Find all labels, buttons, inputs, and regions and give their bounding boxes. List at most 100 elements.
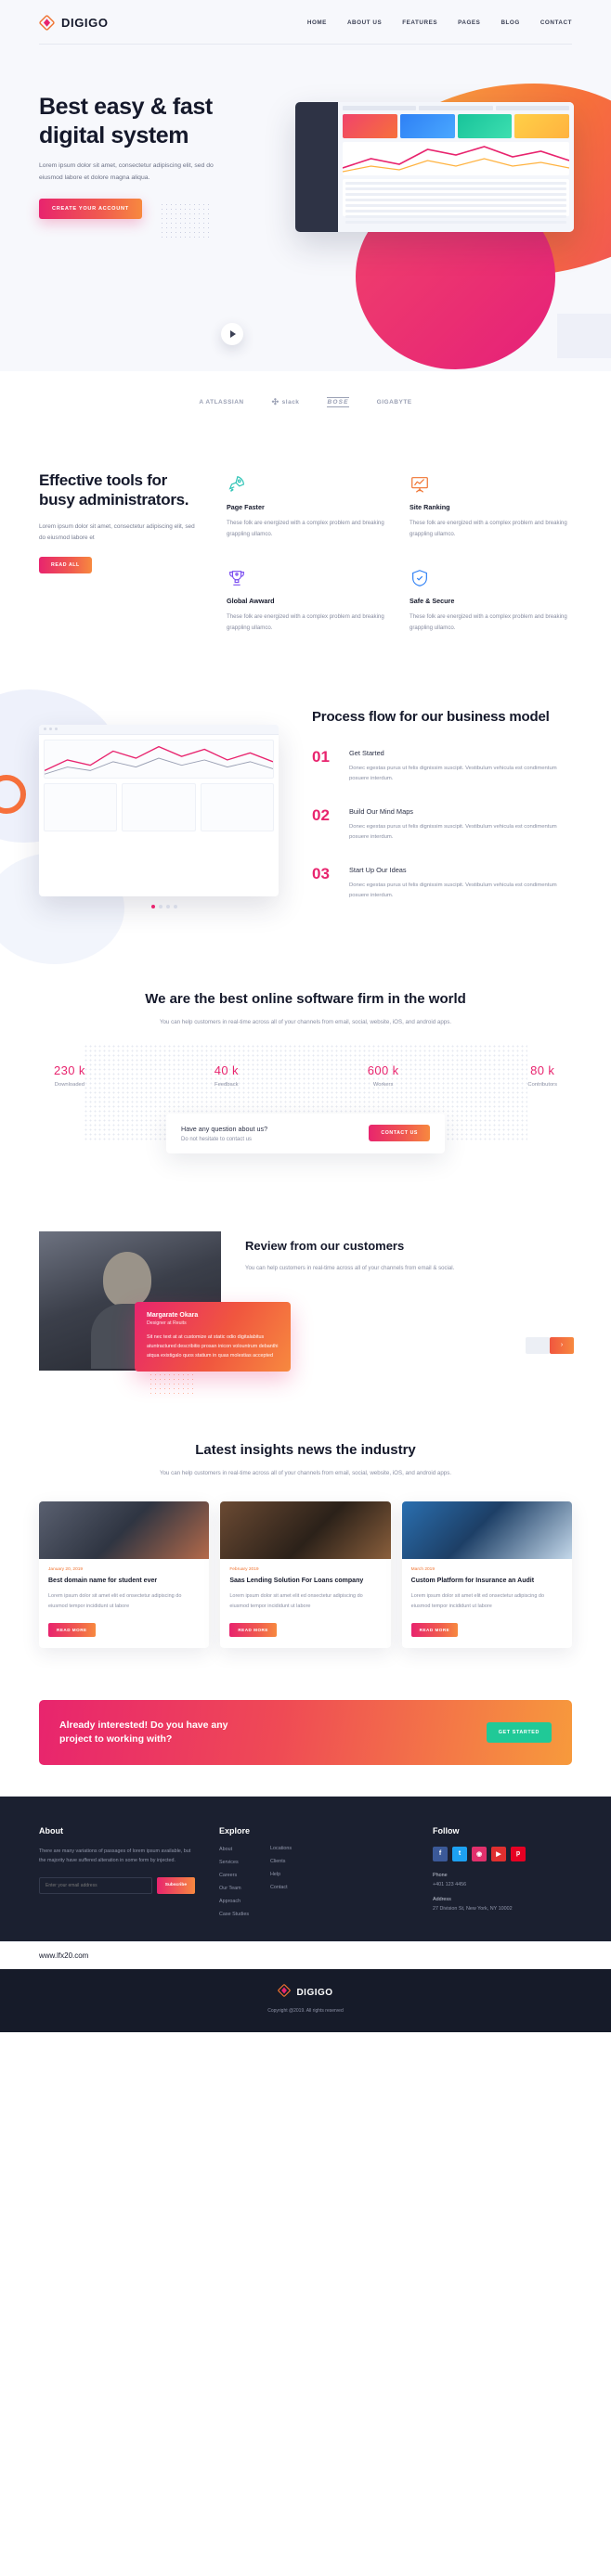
facebook-icon[interactable]: f (433, 1846, 448, 1861)
review-title: Review from our customers (245, 1238, 405, 1253)
blog-thumbnail (401, 1501, 572, 1560)
step-number: 01 (312, 747, 330, 766)
process-title: Process flow for our business model (312, 708, 550, 725)
testimonial-role: Designer at Reuits (147, 1320, 187, 1326)
email-input[interactable] (39, 1876, 152, 1894)
twitter-icon[interactable]: t (452, 1846, 467, 1861)
blog-section: Latest insights news the industry You ca… (0, 1412, 611, 1686)
diamond-logo-icon (278, 1983, 292, 2002)
stat-value: 80 k (530, 1063, 555, 1077)
trophy-icon (227, 568, 247, 588)
nav-item-about-us[interactable]: ABOUT US (347, 19, 382, 26)
footer-link-help[interactable]: Help (270, 1872, 292, 1877)
footer-link-careers[interactable]: Careers (219, 1873, 250, 1878)
footer-explore: Explore About Services Careers Our Team … (219, 1826, 409, 1917)
blog-card[interactable]: January 20, 2019 Best domain name for st… (39, 1501, 210, 1649)
footer-about: About There are many variations of passa… (39, 1826, 195, 1917)
feature-title: Site Ranking (410, 503, 450, 511)
nav-item-blog[interactable]: BLOG (500, 19, 519, 26)
chevron-right-icon: › (560, 1342, 564, 1349)
process-screenshot-wrap (39, 708, 290, 908)
subscribe-button[interactable]: Subscribe (156, 1876, 195, 1894)
features-section: Effective tools for busy administrators.… (0, 439, 611, 671)
nav-item-pages[interactable]: PAGES (458, 19, 480, 26)
hero-dashboard-mockup (295, 102, 574, 232)
youtube-icon[interactable]: ▶ (491, 1846, 506, 1861)
nav-item-features[interactable]: FEATURES (402, 19, 437, 26)
feature-card-safe-secure: Safe & Secure These folk are energized w… (410, 568, 572, 634)
stat-label: Workers (372, 1081, 394, 1088)
stat-feedback: 40 k Feedback (214, 1063, 239, 1088)
rocket-icon (227, 474, 247, 495)
footer-about-title: About (39, 1825, 63, 1835)
process-carousel-dots[interactable] (39, 904, 290, 908)
stats-row: 230 k Downloaded 40 k Feedback 600 k Wor… (39, 1063, 572, 1088)
step-title: Start Up Our Ideas (349, 865, 407, 874)
features-grid: Page Faster These folk are energized wit… (227, 470, 572, 634)
footer-link-clients[interactable]: Clients (270, 1859, 292, 1864)
review-text: You can help customers in real-time acro… (245, 1264, 455, 1271)
review-copy: Review from our customers You can help c… (245, 1231, 572, 1371)
hero-title: Best easy & fast digital system (39, 94, 213, 148)
process-step-1: 01 Get Started Donec egestas purus ut fe… (312, 749, 572, 785)
process-step-3: 03 Start Up Our Ideas Donec egestas puru… (312, 866, 572, 902)
hero-subtitle: Lorem ipsum dolor sit amet, consectetur … (39, 162, 214, 181)
create-account-button[interactable]: CREATE YOUR ACCOUNT (39, 199, 142, 220)
header-divider (39, 44, 572, 45)
instagram-icon[interactable]: ◉ (472, 1846, 487, 1861)
footer-explore-title: Explore (219, 1825, 251, 1835)
process-steps: Process flow for our business model 01 G… (312, 708, 572, 908)
testimonial-text: Sit nec text at at customize at static o… (147, 1333, 279, 1359)
footer-brand-name: DIGIGO (296, 1987, 333, 1998)
footer-link-services[interactable]: Services (219, 1860, 250, 1865)
banner-title: Already interested! Do you have any proj… (59, 1719, 228, 1745)
chart-board-icon (410, 474, 430, 495)
footer-link-our-team[interactable]: Our Team (219, 1886, 250, 1891)
review-dots-pattern (149, 1372, 197, 1397)
url-bar: www.lfx20.com (0, 1940, 611, 1969)
stat-value: 40 k (214, 1063, 239, 1077)
footer-link-locations[interactable]: Locations (270, 1846, 292, 1851)
blog-post-title: Custom Platform for Insurance an Audit (410, 1578, 535, 1585)
screenshot-line-chart (44, 739, 274, 779)
blog-excerpt: Lorem ipsum dolor sit amet elit ed onsec… (229, 1593, 363, 1609)
blog-post-title: Best domain name for student ever (48, 1578, 158, 1585)
nav-item-home[interactable]: HOME (307, 19, 327, 26)
read-more-button[interactable]: READ MORE (229, 1623, 277, 1638)
stat-label: Downloaded (54, 1081, 85, 1088)
landing-page: DIGIGO HOME ABOUT US FEATURES PAGES BLOG… (0, 0, 611, 2032)
site-footer: About There are many variations of passa… (0, 1796, 611, 1941)
contact-us-button[interactable]: CONTACT US (369, 1125, 430, 1142)
phone-label: Phone (433, 1872, 448, 1878)
stat-downloaded: 230 k Downloaded (54, 1063, 85, 1088)
dashboard-content (338, 102, 574, 232)
review-next-button[interactable]: › (550, 1336, 574, 1354)
read-more-button[interactable]: READ MORE (410, 1623, 459, 1638)
process-app-screenshot (39, 724, 279, 896)
footer-link-contact[interactable]: Contact (270, 1885, 292, 1890)
stat-contributors: 80 k Contributors (527, 1063, 557, 1088)
blog-title: Latest insights news the industry (195, 1441, 416, 1458)
footer-link-case-studies[interactable]: Case Studies (219, 1912, 250, 1917)
diamond-logo-icon (39, 14, 55, 31)
blog-thumbnail (220, 1501, 391, 1560)
review-prev-button[interactable] (526, 1336, 550, 1354)
feature-text: These folk are energized with a complex … (227, 612, 384, 631)
read-more-button[interactable]: READ MORE (48, 1623, 96, 1638)
footer-about-text: There are many variations of passages of… (39, 1848, 191, 1864)
phone-value: +401 123 4456 (433, 1881, 467, 1887)
get-started-button[interactable]: GET STARTED (486, 1721, 552, 1743)
blog-card[interactable]: February 2019 Saas Lending Solution For … (220, 1501, 391, 1649)
logo-slack: slack (272, 397, 300, 407)
features-text: Lorem ipsum dolor sit amet, consectetur … (39, 522, 195, 541)
footer-link-about[interactable]: About (219, 1847, 250, 1852)
read-all-button[interactable]: READ ALL (39, 556, 92, 573)
pinterest-icon[interactable]: p (511, 1846, 526, 1861)
brand-logo[interactable]: DIGIGO (39, 14, 109, 31)
main-nav: HOME ABOUT US FEATURES PAGES BLOG CONTAC… (307, 19, 572, 26)
footer-link-approach[interactable]: Approach (219, 1899, 250, 1904)
feature-text: These folk are energized with a complex … (410, 612, 567, 631)
nav-item-contact[interactable]: CONTACT (540, 19, 572, 26)
play-video-button[interactable] (221, 323, 243, 345)
blog-card[interactable]: March 2019 Custom Platform for Insurance… (401, 1501, 572, 1649)
